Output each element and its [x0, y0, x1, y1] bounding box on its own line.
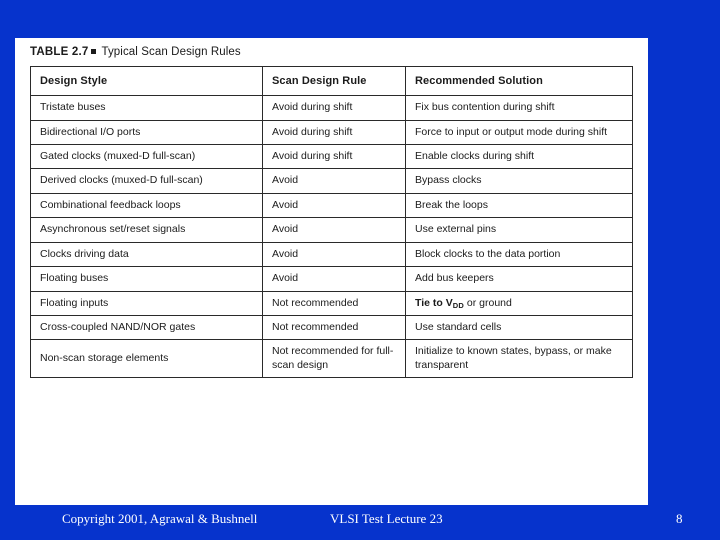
cell-design-style: Floating inputs [30, 290, 263, 317]
slide-root: { "slide": { "background_color": "#0633c… [0, 0, 720, 540]
table-row: Derived clocks (muxed-D full-scan) Avoid… [30, 168, 633, 194]
table-row: Non-scan storage elements Not recommende… [30, 339, 633, 379]
cell-recommended-solution: Initialize to known states, bypass, or m… [405, 339, 633, 379]
table-row: Floating inputs Not recommended Tie to V… [30, 290, 633, 317]
cell-scan-design-rule: Avoid during shift [262, 143, 406, 170]
cell-scan-design-rule: Not recommended [262, 290, 406, 317]
cell-design-style: Gated clocks (muxed-D full-scan) [30, 143, 263, 170]
footer-copyright: Copyright 2001, Agrawal & Bushnell [62, 511, 258, 526]
cell-design-style: Derived clocks (muxed-D full-scan) [30, 168, 263, 194]
vdd-prefix: Tie to V [415, 296, 453, 309]
cell-scan-design-rule: Avoid [262, 241, 406, 268]
table-row: Combinational feedback loops Avoid Break… [30, 192, 633, 219]
cell-scan-design-rule: Avoid during shift [262, 119, 406, 145]
column-header-recommended-solution: Recommended Solution [405, 65, 633, 97]
table-row: Clocks driving data Avoid Block clocks t… [30, 241, 633, 268]
cell-design-style: Bidirectional I/O ports [30, 119, 263, 145]
cell-design-style: Tristate buses [30, 95, 263, 121]
table-row: Tristate buses Avoid during shift Fix bu… [30, 95, 633, 121]
column-header-design-style: Design Style [30, 65, 263, 97]
cell-scan-design-rule: Avoid [262, 217, 406, 243]
cell-design-style: Non-scan storage elements [30, 339, 263, 379]
cell-recommended-solution: Block clocks to the data portion [405, 241, 633, 268]
cell-recommended-solution: Use standard cells [405, 315, 633, 341]
cell-recommended-solution: Tie to VDD or ground [405, 290, 633, 317]
cell-design-style: Cross-coupled NAND/NOR gates [30, 315, 263, 341]
filled-square-icon [91, 48, 97, 54]
cell-design-style: Clocks driving data [30, 241, 263, 268]
table-row: Floating buses Avoid Add bus keepers [30, 266, 633, 292]
slide-content-panel: TABLE 2.7 Typical Scan Design Rules Desig… [15, 38, 648, 505]
scan-design-rules-table: Design Style Scan Design Rule Recommende… [30, 65, 633, 379]
table-row: Gated clocks (muxed-D full-scan) Avoid d… [30, 143, 633, 170]
cell-recommended-solution: Use external pins [405, 217, 633, 243]
cell-design-style: Floating buses [30, 266, 263, 292]
cell-recommended-solution: Enable clocks during shift [405, 143, 633, 170]
cell-scan-design-rule: Avoid [262, 266, 406, 292]
table-row: Bidirectional I/O ports Avoid during shi… [30, 119, 633, 145]
cell-recommended-solution: Break the loops [405, 192, 633, 219]
cell-scan-design-rule: Avoid during shift [262, 95, 406, 121]
table-caption: TABLE 2.7 Typical Scan Design Rules [30, 46, 648, 58]
cell-recommended-solution: Bypass clocks [405, 168, 633, 194]
table-caption-title: Typical Scan Design Rules [101, 46, 241, 58]
cell-recommended-solution: Force to input or output mode during shi… [405, 119, 633, 145]
table-row: Cross-coupled NAND/NOR gates Not recomme… [30, 315, 633, 341]
footer-page-number: 8 [676, 511, 683, 526]
column-header-scan-design-rule: Scan Design Rule [262, 65, 406, 97]
cell-scan-design-rule: Not recommended for full-scan design [262, 339, 406, 379]
cell-scan-design-rule: Avoid [262, 192, 406, 219]
vdd-subscript: DD [452, 300, 464, 310]
table-caption-label: TABLE 2.7 [30, 46, 89, 58]
cell-design-style: Asynchronous set/reset signals [30, 217, 263, 243]
vdd-suffix: or ground [463, 296, 512, 309]
slide-footer: Copyright 2001, Agrawal & Bushnell VLSI … [0, 505, 720, 540]
cell-recommended-solution: Fix bus contention during shift [405, 95, 633, 121]
cell-design-style: Combinational feedback loops [30, 192, 263, 219]
cell-scan-design-rule: Not recommended [262, 315, 406, 341]
footer-lecture-title: VLSI Test Lecture 23 [330, 511, 443, 526]
table-row: Asynchronous set/reset signals Avoid Use… [30, 217, 633, 243]
cell-recommended-solution: Add bus keepers [405, 266, 633, 292]
table-header-row: Design Style Scan Design Rule Recommende… [30, 65, 633, 97]
cell-scan-design-rule: Avoid [262, 168, 406, 194]
